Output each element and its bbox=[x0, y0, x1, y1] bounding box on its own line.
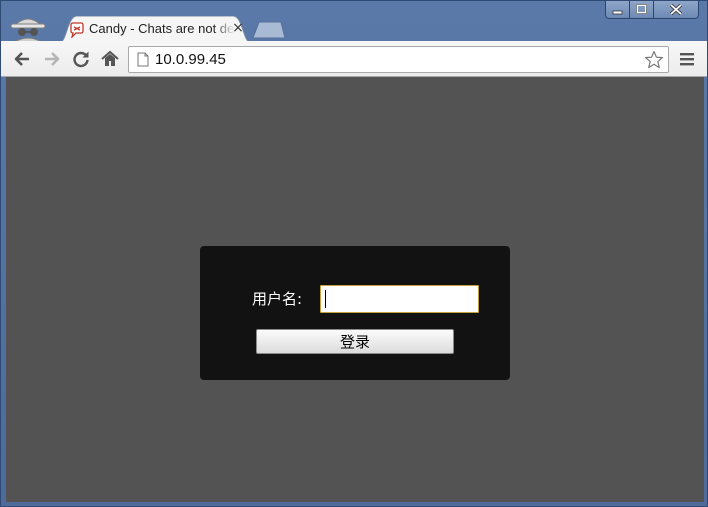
address-bar[interactable]: 10.0.99.45 bbox=[128, 46, 669, 73]
login-panel: 用户名: 登录 bbox=[200, 246, 510, 380]
username-label: 用户名: bbox=[252, 290, 303, 308]
candy-chat-icon bbox=[70, 22, 84, 38]
new-tab-button[interactable] bbox=[251, 21, 287, 39]
menu-icon[interactable] bbox=[679, 51, 695, 67]
minimize-icon bbox=[612, 10, 623, 15]
reload-icon[interactable] bbox=[71, 49, 91, 69]
maximize-button[interactable] bbox=[630, 1, 654, 19]
tab-close-icon[interactable]: × bbox=[232, 20, 244, 36]
minimize-button[interactable] bbox=[605, 1, 630, 19]
text-caret bbox=[325, 290, 326, 308]
window-controls bbox=[605, 1, 701, 20]
page-content: 用户名: 登录 bbox=[6, 77, 704, 502]
tab-candy[interactable]: Candy - Chats are not dead yet × bbox=[59, 16, 251, 43]
back-arrow-icon[interactable] bbox=[12, 49, 32, 69]
tab-title: Candy - Chats are not dead yet bbox=[89, 21, 235, 36]
close-button[interactable] bbox=[654, 1, 699, 19]
star-icon[interactable] bbox=[644, 50, 664, 70]
forward-arrow-icon[interactable] bbox=[42, 49, 62, 69]
address-url: 10.0.99.45 bbox=[155, 51, 226, 68]
incognito-icon bbox=[10, 18, 46, 43]
browser-toolbar: 10.0.99.45 bbox=[1, 41, 707, 77]
close-icon bbox=[669, 3, 683, 16]
login-button[interactable]: 登录 bbox=[256, 329, 454, 354]
maximize-icon bbox=[636, 4, 647, 14]
home-icon[interactable] bbox=[100, 49, 120, 69]
page-icon bbox=[137, 52, 149, 67]
username-input[interactable] bbox=[320, 285, 479, 313]
browser-window: Candy - Chats are not dead yet × bbox=[0, 0, 708, 507]
